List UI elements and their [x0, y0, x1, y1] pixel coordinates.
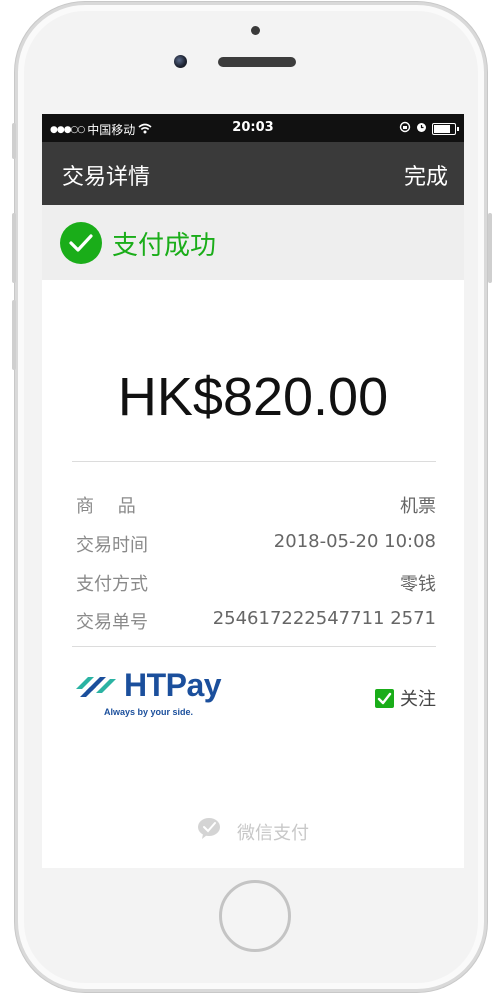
payment-status-text: 支付成功	[112, 231, 217, 261]
merchant-logo-text: HTPay	[124, 667, 222, 703]
mute-switch	[12, 123, 16, 159]
checkbox-icon[interactable]	[375, 688, 394, 708]
volume-up-button	[12, 213, 16, 283]
detail-row-method: 支付方式 零钱	[76, 570, 436, 598]
merchant-tagline: Always by your side.	[104, 707, 194, 717]
follow-toggle[interactable]: 关注	[375, 685, 436, 711]
nav-bar: 交易详情 完成	[42, 142, 464, 205]
home-button[interactable]	[219, 880, 291, 952]
detail-value: 零钱	[400, 574, 436, 595]
follow-label: 关注	[400, 689, 436, 710]
status-bar: ●●●○○ 中国移动 20:03	[42, 114, 464, 142]
payment-amount: HK$820.00	[117, 367, 389, 427]
alarm-icon	[416, 121, 427, 136]
detail-label: 支付方式	[76, 574, 148, 595]
detail-value: 机票	[400, 496, 436, 517]
rotation-lock-icon	[399, 121, 411, 136]
detail-row-product: 商 品 机票	[76, 492, 436, 520]
front-camera	[174, 55, 187, 68]
power-button	[488, 213, 492, 283]
wechat-pay-footer: 微信支付	[42, 816, 464, 847]
payment-status-banner: 支付成功	[42, 205, 464, 280]
proximity-sensor	[251, 26, 260, 35]
divider	[72, 461, 436, 462]
detail-label: 交易单号	[76, 612, 148, 633]
screen: ●●●○○ 中国移动 20:03 交易详情 完成 支付成功 HK$820.00 …	[42, 114, 464, 868]
wechat-pay-icon	[197, 816, 229, 847]
page-title: 交易详情	[62, 165, 151, 190]
done-button[interactable]: 完成	[404, 159, 448, 191]
detail-label: 商 品	[76, 496, 136, 517]
status-right	[399, 121, 459, 136]
detail-row-time: 交易时间 2018-05-20 10:08	[76, 531, 436, 559]
merchant-logo[interactable]: HTPay Always by your side.	[74, 667, 234, 723]
check-circle-icon	[60, 222, 102, 264]
wechat-pay-brand: 微信支付	[237, 822, 309, 844]
detail-label: 交易时间	[76, 535, 148, 556]
detail-value: 254617222547711 2571	[212, 608, 436, 629]
detail-row-order-id: 交易单号 254617222547711 2571	[76, 608, 436, 636]
volume-down-button	[12, 300, 16, 370]
detail-value: 2018-05-20 10:08	[273, 531, 436, 552]
htpay-logo-mark-icon	[76, 677, 116, 697]
battery-icon	[432, 122, 459, 135]
divider	[72, 646, 436, 647]
earpiece-speaker	[218, 57, 296, 67]
